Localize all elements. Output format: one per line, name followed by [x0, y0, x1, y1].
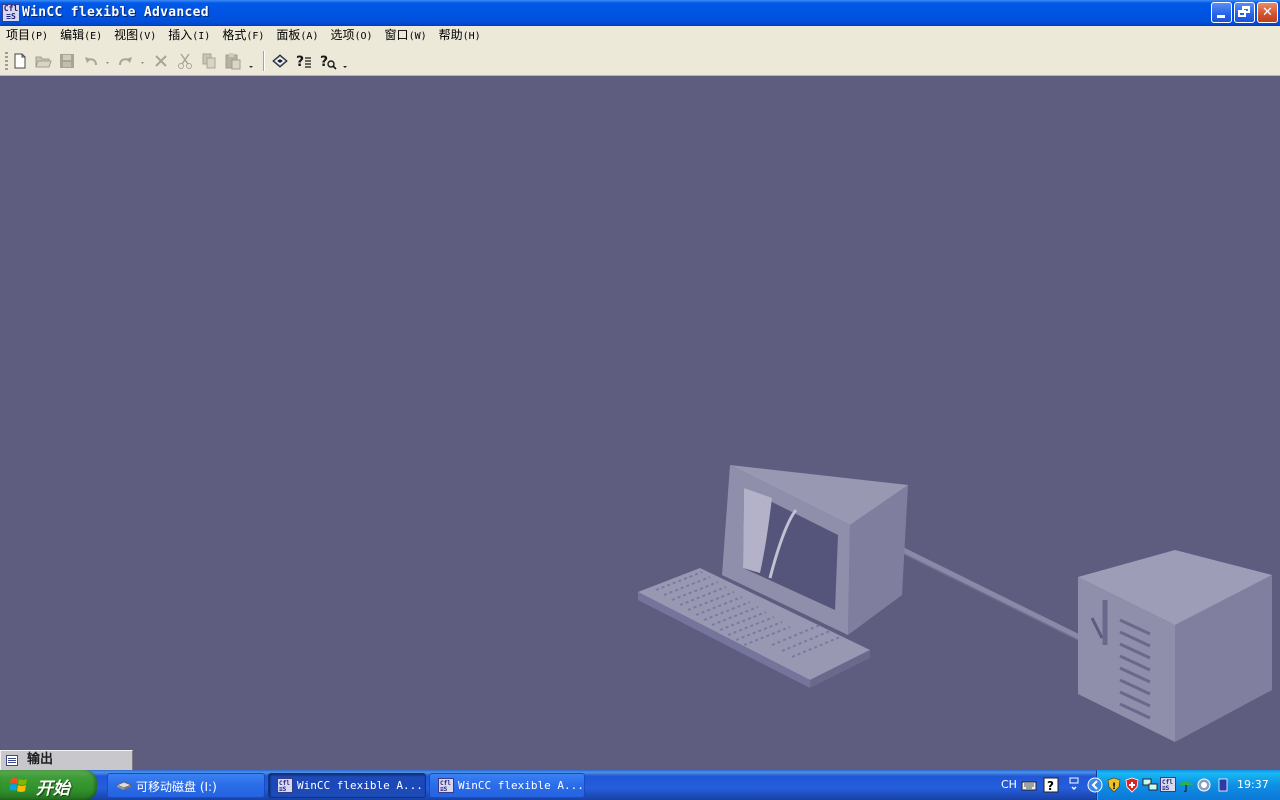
keyboard-icon[interactable] — [1021, 777, 1037, 793]
undo-icon[interactable] — [82, 52, 114, 70]
output-window-icon — [6, 755, 18, 766]
output-tab[interactable]: 输出 — [0, 750, 133, 770]
cut-icon[interactable] — [176, 52, 194, 70]
toolbar-grip[interactable] — [5, 52, 8, 70]
close-icon: ✕ — [1262, 5, 1273, 20]
usb-device-icon[interactable] — [1215, 777, 1231, 793]
wincc-tray-icon[interactable]: Cfl ≡S — [1160, 777, 1176, 793]
menu-window[interactable]: 窗口(W) — [379, 25, 433, 47]
svg-text:?: ? — [1047, 779, 1054, 793]
windows-logo-icon — [10, 778, 27, 792]
close-button[interactable]: ✕ — [1257, 2, 1278, 23]
copy-icon[interactable] — [200, 52, 218, 70]
help-topics-icon[interactable]: ? — [295, 52, 313, 70]
minimize-icon — [1217, 15, 1225, 18]
restore-icon — [1238, 10, 1246, 17]
new-file-icon[interactable] — [11, 52, 29, 70]
delete-icon[interactable] — [152, 52, 170, 70]
window-controls: ✕ — [1211, 2, 1278, 24]
svg-text:≡S: ≡S — [440, 786, 448, 793]
workspace-background-illustration — [638, 465, 1272, 742]
task-label-wincc-1: WinCC flexible A... — [297, 779, 423, 792]
wincc-icon: Cfl ≡S — [277, 778, 293, 793]
svg-text:?: ? — [296, 54, 304, 70]
open-folder-icon[interactable] — [34, 52, 52, 70]
task-label-removable-disk: 可移动磁盘 (I:) — [136, 780, 217, 794]
output-tab-label: 输出 — [27, 752, 54, 767]
clock[interactable]: 19:37 — [1237, 778, 1269, 791]
wincc-icon: Cfl ≡S — [438, 778, 454, 793]
menu-edit[interactable]: 编辑(E) — [54, 25, 108, 47]
toolbar-separator — [263, 51, 265, 71]
save-icon[interactable] — [58, 52, 76, 70]
taskbar: 开始 可移动磁盘 (I:) Cfl ≡S WinCC flexible A...… — [0, 770, 1280, 800]
task-wincc-2[interactable]: Cfl ≡S WinCC flexible A... — [429, 773, 585, 798]
sync-icon[interactable] — [1196, 777, 1212, 793]
transfer-icon[interactable] — [271, 52, 289, 70]
svg-text:!: ! — [1112, 782, 1116, 792]
language-indicator[interactable]: CH — [1001, 778, 1017, 791]
help-icon[interactable]: ? — [1043, 777, 1059, 793]
start-label: 开始 — [36, 779, 70, 799]
svg-text:?: ? — [320, 54, 328, 70]
menu-bar: 项目(P) 编辑(E) 视图(V) 插入(I) 格式(F) 面板(A) 选项(O… — [0, 26, 1280, 46]
start-button[interactable]: 开始 — [0, 770, 97, 800]
task-wincc-1[interactable]: Cfl ≡S WinCC flexible A... — [268, 773, 426, 798]
standard-toolbar: ? ? — [0, 46, 1280, 76]
menu-panel[interactable]: 面板(A) — [270, 25, 324, 47]
language-bar-options-icon[interactable] — [1066, 777, 1082, 793]
task-label-wincc-2: WinCC flexible A... — [458, 779, 584, 792]
window-title: WinCC flexible Advanced — [22, 5, 209, 20]
network-icon[interactable] — [1142, 777, 1158, 793]
menu-options[interactable]: 选项(O) — [324, 25, 378, 47]
umbrella-icon[interactable] — [1178, 777, 1194, 793]
wincc-app-icon[interactable]: Cfl ≡S — [2, 4, 20, 22]
security-shield-icon[interactable]: ! — [1106, 777, 1122, 793]
whats-this-help-icon[interactable]: ? — [319, 52, 351, 70]
removable-disk-icon — [116, 781, 132, 790]
menu-view[interactable]: 视图(V) — [108, 25, 162, 47]
minimize-button[interactable] — [1211, 2, 1232, 23]
redo-icon[interactable] — [117, 52, 149, 70]
paste-icon[interactable] — [224, 52, 256, 70]
task-removable-disk[interactable]: 可移动磁盘 (I:) — [107, 773, 265, 798]
menu-help[interactable]: 帮助(H) — [433, 25, 487, 47]
svg-text:≡S: ≡S — [279, 786, 287, 793]
svg-text:≡S: ≡S — [1162, 785, 1170, 792]
title-bar[interactable]: Cfl ≡S WinCC flexible Advanced ✕ — [0, 0, 1280, 26]
menu-project[interactable]: 项目(P) — [0, 25, 54, 47]
antivirus-shield-icon[interactable] — [1124, 777, 1140, 793]
menu-insert[interactable]: 插入(I) — [162, 25, 216, 47]
restore-button[interactable] — [1234, 2, 1255, 23]
menu-format[interactable]: 格式(F) — [216, 25, 270, 47]
show-hidden-icons-icon[interactable] — [1087, 777, 1103, 793]
